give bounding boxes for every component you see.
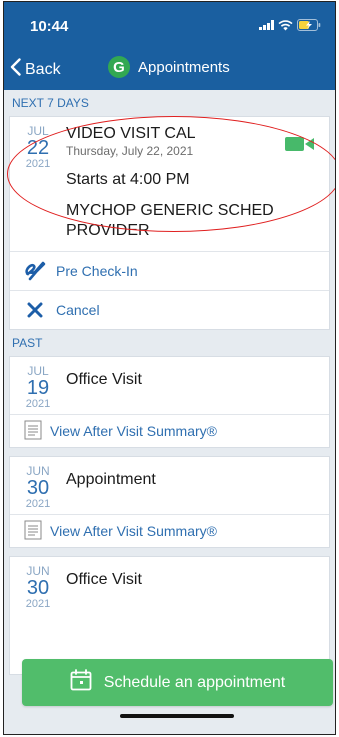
view-after-visit-summary-button[interactable]: View After Visit Summary®	[10, 514, 329, 547]
date-day: 30	[26, 577, 50, 599]
signal-icon	[259, 20, 274, 30]
date-year: 2021	[25, 598, 51, 610]
appointment-date: JUN 30 2021	[10, 465, 66, 511]
back-label: Back	[25, 60, 61, 78]
status-icons	[259, 19, 321, 31]
appointment-info: Office Visit	[66, 365, 329, 410]
appointment-title: VIDEO VISIT CAL	[66, 125, 196, 142]
video-camera-icon	[285, 135, 315, 158]
home-indicator	[120, 714, 234, 718]
upcoming-appointment-card[interactable]: JUL 22 2021 VIDEO VISIT CAL Thursday, Ju…	[9, 116, 330, 330]
cancel-button[interactable]: Cancel	[10, 290, 329, 329]
back-button[interactable]: Back	[10, 58, 61, 81]
appointment-start-time: Starts at 4:00 PM	[66, 171, 190, 188]
date-year: 2021	[25, 158, 51, 170]
appointment-date: JUN 30 2021	[10, 565, 66, 611]
nav-bar: Back G Appointments	[4, 46, 335, 90]
date-year: 2021	[25, 398, 51, 410]
echeckin-icon	[24, 261, 46, 281]
chevron-left-icon	[10, 58, 21, 81]
appointment-date-text: Thursday, July 22, 2021	[66, 144, 194, 158]
appointment-details[interactable]: JUN 30 2021 Office Visit	[10, 557, 329, 614]
section-header-past: PAST	[4, 330, 335, 356]
date-day: 19	[26, 377, 50, 399]
page-title: Appointments	[138, 58, 230, 76]
document-icon	[24, 520, 42, 543]
document-icon	[24, 420, 42, 443]
summary-label: View After Visit Summary®	[50, 523, 217, 539]
calendar-icon	[70, 669, 92, 696]
schedule-button-label: Schedule an appointment	[103, 673, 286, 691]
date-year: 2021	[25, 498, 51, 510]
appointments-list[interactable]: NEXT 7 DAYS JUL 22 2021 VIDEO VISIT CAL …	[4, 90, 335, 734]
appointment-title: Appointment	[66, 471, 156, 488]
appointment-info: Appointment	[66, 465, 329, 510]
appointment-provider: MYCHOP GENERIC SCHED PROVIDER	[66, 202, 274, 239]
schedule-appointment-button[interactable]: Schedule an appointment	[22, 659, 333, 706]
cancel-label: Cancel	[56, 302, 100, 318]
appointment-details[interactable]: JUN 30 2021 Appointment	[10, 457, 329, 514]
phone-screen: 10:44 Back G Appointments NEXT 7 DAYS JU…	[3, 1, 336, 735]
appointment-title: Office Visit	[66, 371, 142, 388]
summary-label: View After Visit Summary®	[50, 423, 217, 439]
view-after-visit-summary-button[interactable]: View After Visit Summary®	[10, 414, 329, 447]
nav-title-group: G Appointments	[108, 56, 230, 78]
status-time: 10:44	[30, 18, 69, 35]
section-header-upcoming: NEXT 7 DAYS	[4, 90, 335, 116]
appointment-date: JUL 22 2021	[10, 125, 66, 251]
date-day: 22	[26, 137, 50, 159]
appointment-info: Office Visit	[66, 565, 329, 610]
past-appointment-card[interactable]: JUL 19 2021 Office Visit View After Visi…	[9, 356, 330, 448]
pre-check-in-button[interactable]: Pre Check-In	[10, 251, 329, 290]
close-icon	[24, 302, 46, 318]
appointment-details[interactable]: JUL 22 2021 VIDEO VISIT CAL Thursday, Ju…	[10, 117, 329, 251]
past-appointment-card[interactable]: JUN 30 2021 Office Visit	[9, 556, 330, 675]
wifi-icon	[278, 19, 293, 31]
battery-icon	[297, 19, 321, 31]
status-bar: 10:44	[4, 2, 335, 46]
past-appointment-card[interactable]: JUN 30 2021 Appointment View After Visit…	[9, 456, 330, 548]
appointment-title: Office Visit	[66, 571, 142, 588]
pre-check-in-label: Pre Check-In	[56, 263, 138, 279]
appointment-details[interactable]: JUL 19 2021 Office Visit	[10, 357, 329, 414]
appointment-date: JUL 19 2021	[10, 365, 66, 411]
app-logo-icon: G	[108, 56, 130, 78]
date-day: 30	[26, 477, 50, 499]
